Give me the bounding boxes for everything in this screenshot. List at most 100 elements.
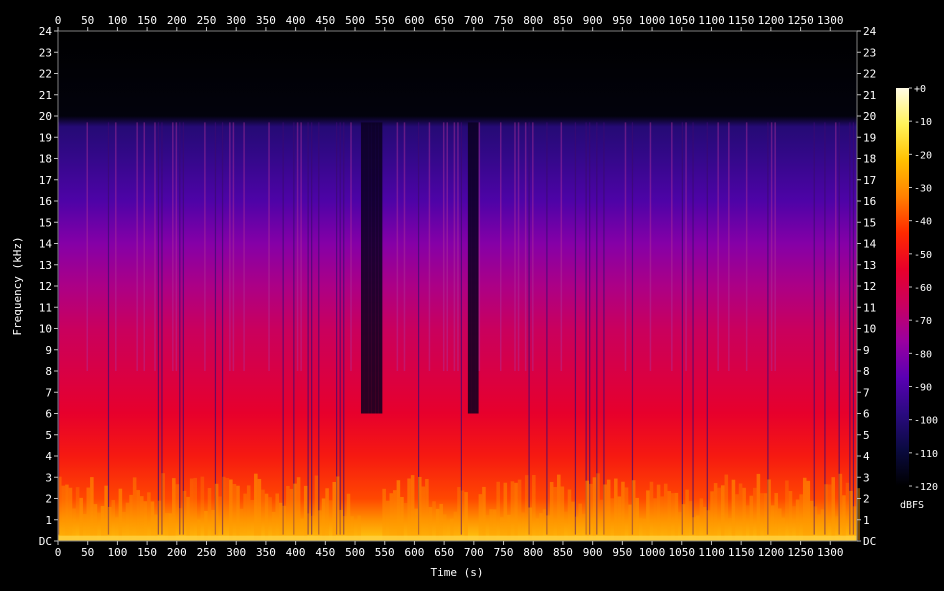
y-tick-label-right: 23 (863, 46, 876, 59)
y-tick-label-right: 17 (863, 174, 876, 187)
spectrogram-column (717, 122, 719, 371)
spectrogram-column (671, 493, 675, 540)
spectrogram-column (403, 122, 406, 371)
spectrogram-column (314, 475, 319, 540)
y-axis-title: Frequency (kHz) (11, 236, 24, 335)
x-tick-label-top: 550 (375, 14, 395, 27)
x-tick-label-top: 350 (256, 14, 276, 27)
spectrogram-column (567, 489, 572, 540)
spectrogram-column (132, 477, 137, 540)
x-tick-label-bottom: 750 (494, 546, 514, 559)
spectrogram-column (125, 502, 130, 540)
spectrogram-column (275, 493, 279, 540)
colorbar-tick-label: -10 (914, 117, 932, 128)
x-tick-label-bottom: 1100 (698, 546, 725, 559)
x-tick-label-bottom: 350 (256, 546, 276, 559)
spectrogram-column (585, 122, 587, 535)
spectrogram-column (136, 490, 140, 540)
spectrogram-column (731, 479, 736, 540)
x-tick-label-bottom: 950 (612, 546, 632, 559)
y-tick-label-left: 1 (45, 514, 52, 527)
spectrogram-column (827, 484, 832, 540)
spectrogram-column (460, 122, 462, 535)
spectrogram-column (824, 122, 826, 535)
y-tick-label-right: 3 (863, 471, 870, 484)
spectrogram-column (649, 481, 654, 540)
x-tick-label-top: 450 (315, 14, 335, 27)
x-tick-label-top: 300 (226, 14, 246, 27)
spectrogram-column (107, 122, 110, 535)
x-tick-label-bottom: 1150 (728, 546, 755, 559)
y-tick-label-left: 24 (39, 25, 53, 38)
spectrogram-column (610, 498, 615, 540)
spectrogram-column (150, 501, 155, 540)
colorbar-tick-label: -50 (914, 250, 932, 261)
spectrogram-column (90, 477, 94, 540)
spectrogram-column (777, 508, 782, 540)
spectrogram-column (293, 122, 295, 535)
y-tick-label-left: 10 (39, 323, 52, 336)
spectrogram-column (499, 122, 502, 371)
x-tick-label-top: 500 (345, 14, 365, 27)
spectrogram-column (214, 122, 217, 535)
x-tick-label-top: 650 (434, 14, 454, 27)
y-tick-label-right: 24 (863, 25, 877, 38)
spectrogram-column (296, 477, 301, 540)
y-tick-label-right: 7 (863, 386, 870, 399)
spectrogram-column (68, 487, 73, 540)
spectrogram-column (204, 122, 206, 371)
spectrogram-column (214, 483, 219, 540)
spectrogram-column (442, 122, 445, 371)
spectrogram-column (417, 476, 422, 540)
spectrogram-column (432, 501, 436, 540)
spectrogram-column (849, 122, 851, 535)
x-tick-label-top: 100 (107, 14, 127, 27)
x-tick-label-top: 900 (583, 14, 603, 27)
x-tick-label-bottom: 1000 (639, 546, 666, 559)
dc-band (58, 535, 857, 541)
spectrogram-column (760, 493, 764, 540)
x-tick-label-top: 700 (464, 14, 484, 27)
spectrogram-column (350, 122, 352, 371)
spectrogram-column (478, 494, 483, 540)
spectrogram-column (717, 487, 721, 540)
spectrogram-column (699, 498, 704, 540)
spectrogram-column (546, 122, 548, 535)
spectrogram-column (186, 496, 190, 540)
spectrogram-column (557, 474, 561, 540)
spectrogram-column (592, 477, 597, 540)
spectrogram-column (182, 122, 184, 535)
spectrogram-column (278, 502, 283, 540)
x-tick-label-top: 400 (286, 14, 306, 27)
spectrogram-column (311, 122, 313, 535)
spectrogram-column (325, 488, 329, 540)
spectrogram-column (61, 485, 66, 540)
spectrogram-column (614, 478, 618, 540)
x-tick-label-bottom: 850 (553, 546, 573, 559)
spectrogram-column (118, 488, 123, 540)
spectrogram-column (207, 487, 212, 540)
x-tick-label-bottom: 250 (197, 546, 217, 559)
x-tick-label-top: 750 (494, 14, 514, 27)
y-tick-label-left: 7 (45, 386, 52, 399)
y-tick-label-left: 21 (39, 89, 52, 102)
x-axis-top: 0 50 100 150 200 250 300 350 400 450 500 550 600 650 7… (55, 14, 844, 31)
x-tick-label-bottom: 1300 (817, 546, 844, 559)
spectrogram-column (467, 122, 472, 414)
spectrogram-column (578, 503, 582, 540)
spectrogram-column (621, 481, 625, 540)
y-tick-label-left: 6 (45, 408, 52, 421)
spectrogram-column (218, 496, 222, 540)
y-tick-label-right: 2 (863, 493, 870, 506)
spectrogram-column (852, 122, 855, 535)
spectrogram-column (517, 122, 520, 371)
spectrogram-column (229, 122, 231, 371)
colorbar-tick-label: -40 (914, 217, 932, 228)
spectrogram-column (813, 506, 818, 540)
x-axis-title: Time (s) (431, 566, 484, 579)
spectrogram-column (393, 490, 397, 540)
spectrogram-column (339, 509, 344, 540)
spectrogram-column (749, 495, 754, 540)
y-tick-label-right: 19 (863, 131, 876, 144)
spectrogram-column (296, 122, 299, 371)
